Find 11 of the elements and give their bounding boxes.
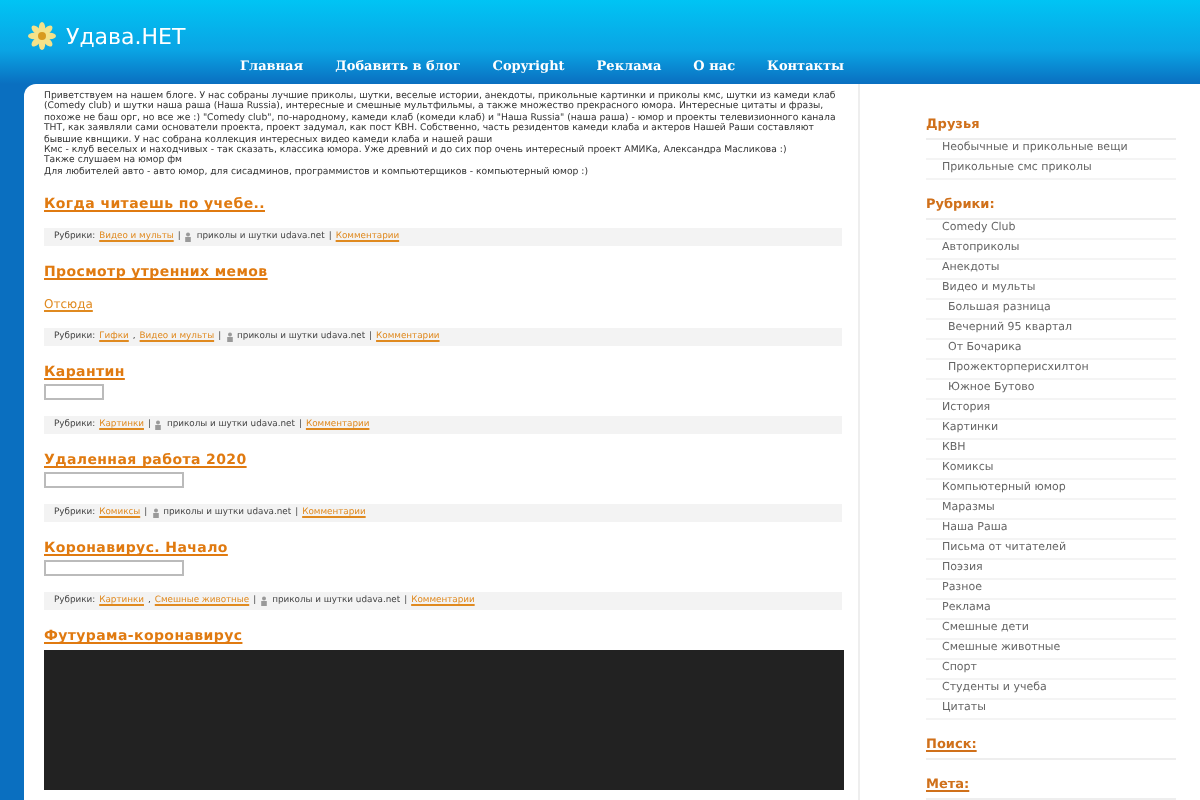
person-icon (225, 332, 234, 343)
person-icon (154, 420, 163, 431)
embed-placeholder (44, 472, 184, 489)
video-player[interactable] (44, 650, 844, 791)
embed-placeholder (44, 384, 104, 401)
person-icon (260, 596, 269, 607)
person-icon (151, 508, 160, 519)
flower-icon (28, 22, 56, 50)
embed-placeholder (44, 560, 184, 577)
site-title[interactable]: Удава.НЕТ (66, 23, 186, 49)
person-icon (184, 232, 193, 243)
